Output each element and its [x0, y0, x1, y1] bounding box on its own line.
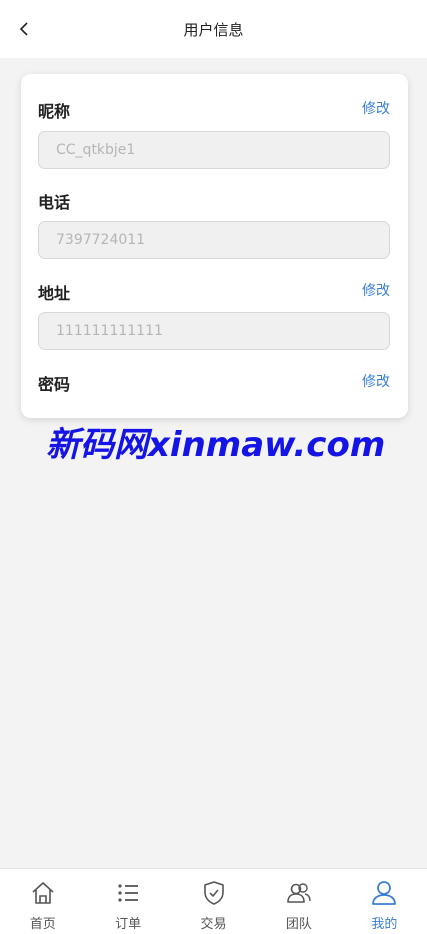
- team-icon: [287, 883, 311, 903]
- tab-orders[interactable]: 订单: [85, 869, 170, 934]
- chevron-left-icon: [19, 22, 28, 36]
- edit-nickname-link[interactable]: 修改: [362, 98, 390, 118]
- header: 用户信息: [0, 0, 427, 58]
- user-info-card: 昵称 修改 电话 地址 修改 密码 修改: [21, 74, 408, 418]
- tab-mine[interactable]: 我的: [342, 869, 427, 934]
- tab-team-label: 团队: [285, 917, 312, 932]
- list-icon: [118, 884, 139, 902]
- home-icon: [32, 882, 54, 904]
- edit-address-link[interactable]: 修改: [362, 280, 390, 300]
- edit-password-link[interactable]: 修改: [362, 371, 390, 391]
- phone-field[interactable]: [38, 221, 390, 259]
- tab-mine-label: 我的: [371, 917, 398, 932]
- watermark-text: 新码网xinmaw.com: [46, 425, 386, 465]
- page-title: 用户信息: [183, 20, 244, 39]
- tab-trade-label: 交易: [200, 917, 227, 932]
- tab-orders-label: 订单: [115, 917, 142, 932]
- address-field[interactable]: [38, 312, 390, 350]
- bottom-tabbar: 首页 订单 交易 团队 我的: [0, 868, 427, 934]
- back-button[interactable]: [12, 17, 36, 41]
- tab-team[interactable]: 团队: [256, 869, 341, 934]
- phone-label: 电话: [38, 193, 71, 212]
- tab-home[interactable]: 首页: [0, 869, 85, 934]
- shield-check-icon: [203, 881, 224, 905]
- address-label: 地址: [38, 284, 71, 303]
- tab-trade[interactable]: 交易: [171, 869, 256, 934]
- nickname-field[interactable]: [38, 131, 390, 169]
- user-icon: [372, 881, 397, 905]
- nickname-label: 昵称: [38, 102, 71, 121]
- tab-home-label: 首页: [29, 917, 56, 932]
- password-label: 密码: [38, 375, 71, 394]
